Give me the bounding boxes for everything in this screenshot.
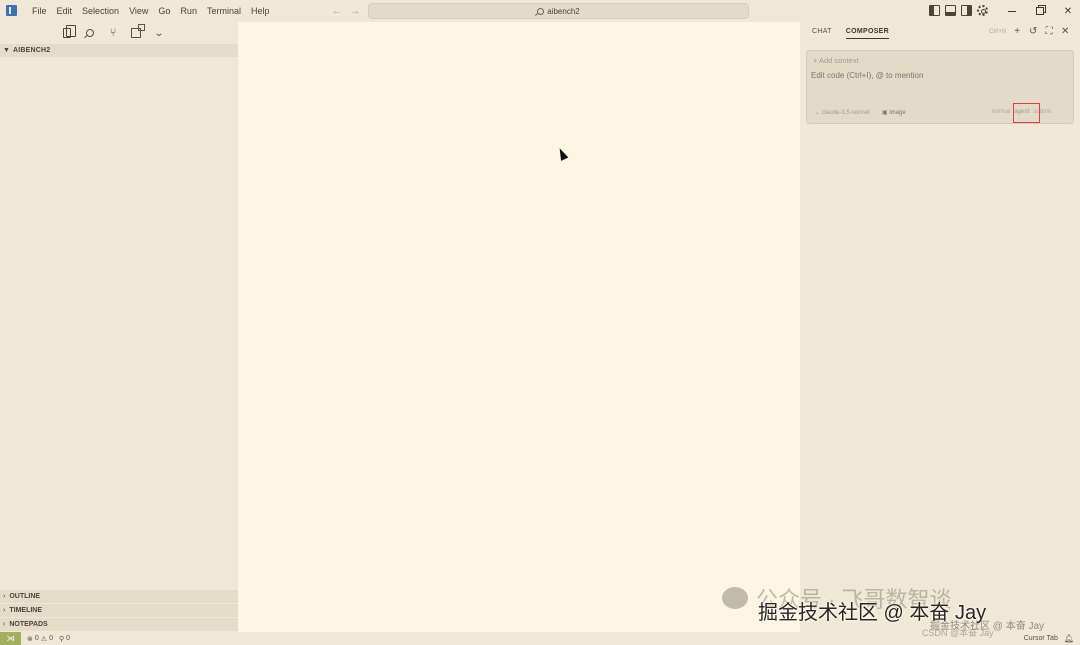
add-context-button[interactable]: + Add context	[813, 56, 859, 65]
error-count: 0	[34, 635, 39, 642]
close-window-button[interactable]: ✕	[1054, 0, 1080, 22]
close-icon[interactable]: ✕	[1060, 27, 1070, 37]
extensions-icon	[131, 24, 145, 38]
close-icon: ✕	[1063, 5, 1073, 17]
ports-indicator[interactable]: ⚲ 0	[59, 635, 70, 643]
error-icon: ⊗	[27, 635, 33, 643]
extensions-tab[interactable]	[129, 24, 145, 40]
menu-edit[interactable]: Edit	[52, 0, 78, 22]
warning-icon: ⚠	[40, 635, 48, 643]
workspace-name: aibench2	[547, 6, 580, 16]
menu-help[interactable]: Help	[246, 0, 275, 22]
menu-go[interactable]: Go	[153, 0, 175, 22]
history-icon[interactable]: ↺	[1028, 27, 1038, 37]
panel-tabs: CHAT COMPOSER	[812, 28, 889, 39]
search-tab[interactable]	[83, 26, 97, 40]
activity-bar: ⑂ ⌄	[57, 24, 168, 46]
warning-count: 0	[49, 635, 53, 642]
status-bar: ⋊ ⊗ 0 ⚠ 0 ⚲ 0 Cursor Tab 🔔︎	[0, 632, 1080, 645]
minimize-icon	[1008, 10, 1016, 12]
tab-composer[interactable]: COMPOSER	[845, 28, 889, 39]
timeline-label: TIMELINE	[9, 607, 43, 614]
problems-indicator[interactable]: ⊗ 0 ⚠ 0	[27, 635, 53, 643]
notepads-label: NOTEPADS	[9, 621, 48, 628]
cursor-tab-status[interactable]: Cursor Tab	[1024, 635, 1058, 642]
outline-section[interactable]: › OUTLINE	[0, 589, 238, 603]
caret-down-icon: ▼	[3, 47, 10, 54]
maximize-icon[interactable]: ⛶	[1044, 27, 1054, 37]
composer-box: + Add context ⌄ claude-3.5-sonnet ▣ imag…	[806, 50, 1074, 124]
app-logo-icon	[6, 5, 17, 16]
mouse-pointer-icon	[556, 146, 569, 161]
ports-icon: ⚲	[58, 635, 65, 643]
mode-agent[interactable]: agent	[1014, 109, 1029, 115]
new-shortcut-hint: Ctrl+N	[989, 29, 1007, 35]
explorer-tab[interactable]	[57, 25, 79, 46]
window-controls: ✕	[998, 0, 1080, 22]
search-icon	[537, 7, 545, 15]
image-label: image	[889, 110, 906, 116]
command-center-search[interactable]: aibench2	[368, 3, 749, 19]
mode-normal[interactable]: normal	[992, 109, 1010, 115]
submit-button[interactable]: submit	[1033, 109, 1051, 115]
title-bar: File Edit Selection View Go Run Terminal…	[0, 0, 1080, 22]
remote-indicator-button[interactable]: ⋊	[0, 632, 21, 645]
toggle-primary-sidebar-icon[interactable]	[929, 5, 940, 16]
navigation-arrows: ← →	[331, 4, 361, 18]
menu-terminal[interactable]: Terminal	[202, 0, 246, 22]
status-right: Cursor Tab 🔔︎	[1024, 632, 1074, 645]
source-control-icon[interactable]: ⑂	[106, 26, 120, 40]
composer-input[interactable]	[811, 71, 1061, 80]
toggle-panel-icon[interactable]	[945, 5, 956, 16]
menu-run[interactable]: Run	[175, 0, 202, 22]
restore-icon	[1036, 7, 1044, 15]
caret-right-icon: ›	[3, 621, 6, 628]
wechat-icon	[722, 587, 748, 609]
menu-view[interactable]: View	[124, 0, 153, 22]
plus-icon[interactable]: +	[1012, 27, 1022, 37]
menu-bar: File Edit Selection View Go Run Terminal…	[27, 0, 274, 22]
caret-right-icon: ›	[3, 593, 6, 600]
panel-actions: Ctrl+N + ↺ ⛶ ✕	[989, 27, 1070, 37]
image-button[interactable]: ▣ image	[882, 109, 906, 116]
mode-selector: normal agent submit	[992, 109, 1051, 115]
editor-area[interactable]	[238, 22, 800, 632]
explorer-folder-header[interactable]: ▼ AIBENCH2	[0, 44, 238, 57]
files-icon	[63, 25, 76, 38]
back-arrow-icon[interactable]: ←	[331, 4, 343, 18]
layout-toggles	[929, 5, 988, 16]
chevron-down-icon[interactable]: ⌄	[150, 26, 168, 40]
menu-file[interactable]: File	[27, 0, 52, 22]
bell-icon[interactable]: 🔔︎	[1064, 634, 1074, 643]
restore-button[interactable]	[1026, 0, 1054, 22]
minimize-button[interactable]	[998, 0, 1026, 22]
notepads-section[interactable]: › NOTEPADS	[0, 617, 238, 631]
menu-selection[interactable]: Selection	[77, 0, 124, 22]
tab-chat[interactable]: CHAT	[812, 28, 832, 39]
caret-right-icon: ›	[3, 607, 6, 614]
settings-gear-icon[interactable]	[977, 5, 988, 16]
csdn-watermark: CSDN @本奋 Jay	[922, 628, 994, 638]
primary-sidebar: ⑂ ⌄ ▼ AIBENCH2 › OUTLINE › TIMELINE › NO…	[0, 22, 238, 632]
model-selector[interactable]: ⌄ claude-3.5-sonnet	[815, 109, 870, 116]
sidebar-panels: › OUTLINE › TIMELINE › NOTEPADS	[0, 589, 238, 631]
outline-label: OUTLINE	[9, 593, 41, 600]
search-icon	[86, 29, 94, 37]
forward-arrow-icon[interactable]: →	[349, 4, 361, 18]
folder-name: AIBENCH2	[12, 47, 51, 54]
toggle-secondary-sidebar-icon[interactable]	[961, 5, 972, 16]
ai-side-panel: CHAT COMPOSER Ctrl+N + ↺ ⛶ ✕ + Add conte…	[800, 22, 1080, 632]
ports-count: 0	[66, 635, 71, 642]
timeline-section[interactable]: › TIMELINE	[0, 603, 238, 617]
